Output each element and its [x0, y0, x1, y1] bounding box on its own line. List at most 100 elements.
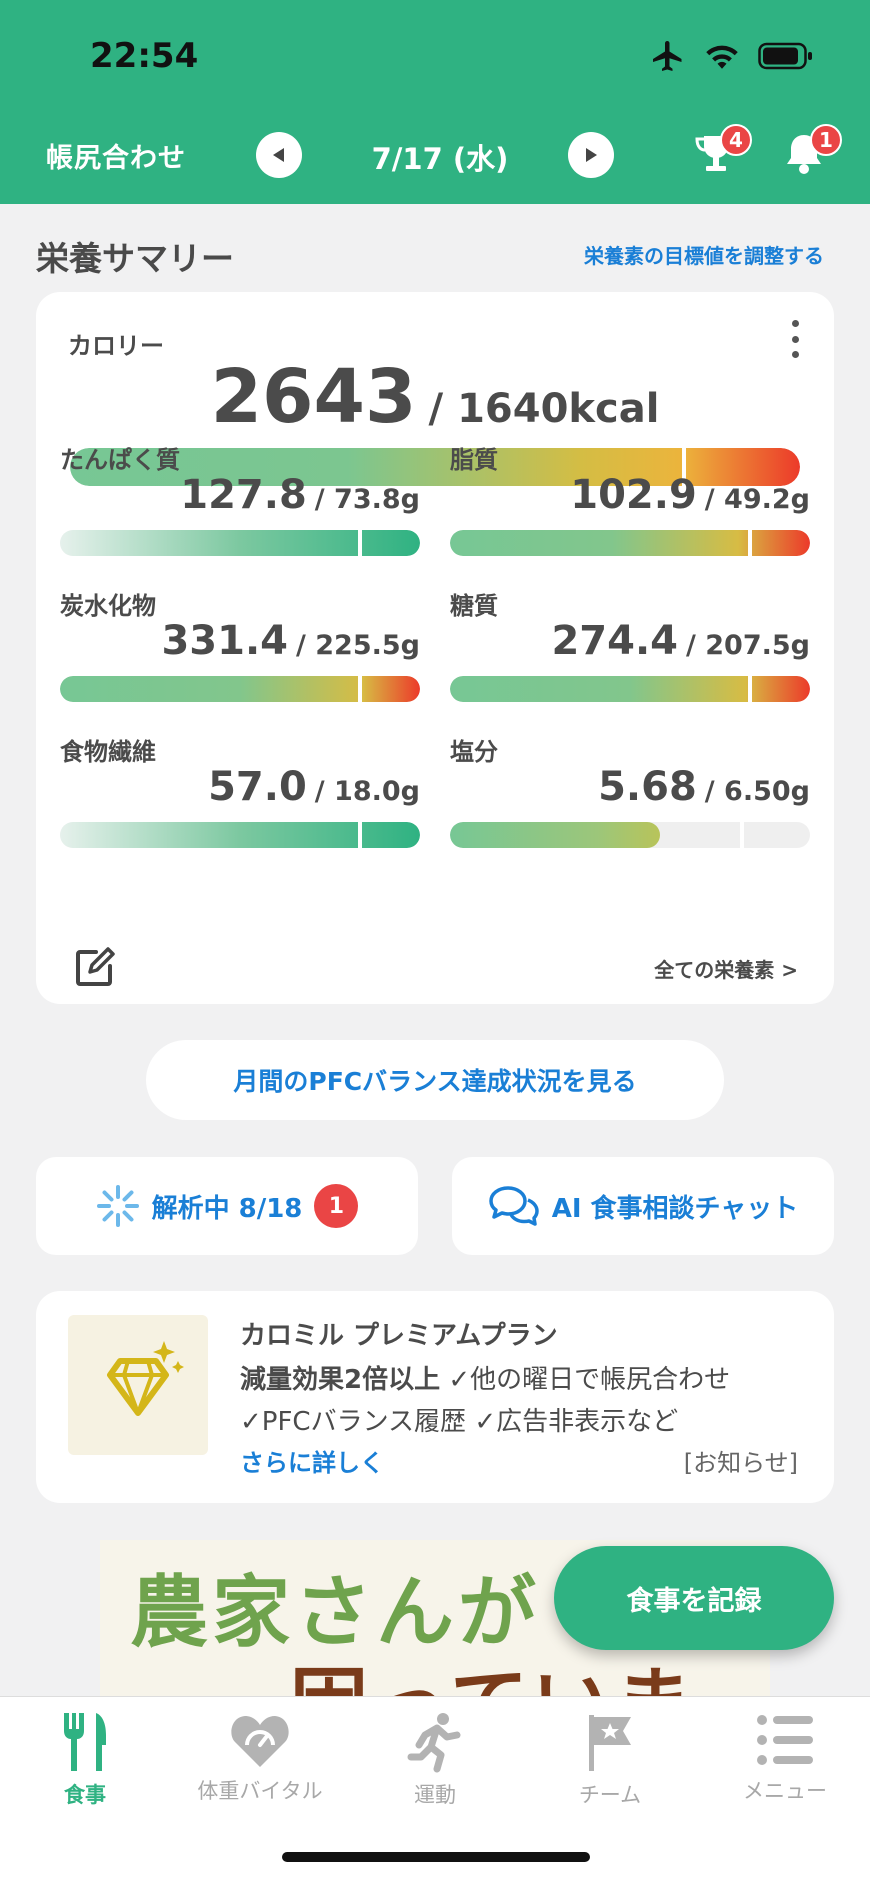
wifi-icon — [706, 45, 738, 69]
runner-icon — [407, 1713, 461, 1773]
calorie-target: / 1640kcal — [428, 386, 660, 432]
analysis-badge: 1 — [314, 1184, 359, 1228]
tab-weight-vitals[interactable]: 体重バイタル — [175, 1711, 345, 1805]
nutrient-sugar: 糖質 274.4 / 207.5g — [450, 586, 810, 736]
tab-label: 体重バイタル — [197, 1779, 323, 1803]
notice-label: [お知らせ] — [683, 1449, 798, 1477]
premium-plan-card[interactable]: カロミル プレミアムプラン 減量効果2倍以上 ✓他の曜日で帳尻合わせ ✓PFCバ… — [36, 1291, 834, 1503]
ai-chat-label: AI 食事相談チャット — [551, 1193, 799, 1224]
heart-scale-icon — [231, 1716, 289, 1767]
tab-label: 運動 — [414, 1783, 456, 1807]
pfc-balance-button[interactable]: 月間のPFCバランス達成状況を見る — [146, 1040, 724, 1120]
flag-icon — [589, 1715, 631, 1771]
nutrient-value: 5.68 — [598, 764, 697, 810]
calorie-value: 2643 — [210, 354, 417, 440]
triangle-left-icon — [273, 148, 284, 162]
nutrient-label: 食物繊維 — [60, 738, 156, 766]
premium-feature-line-2: ✓PFCバランス履歴 ✓広告非表示など — [240, 1407, 679, 1437]
nutrient-progress-fill — [60, 822, 420, 848]
nutrient-progress-fill — [60, 530, 420, 556]
nutrient-fiber: 食物繊維 57.0/ 18.0g — [60, 732, 420, 882]
fork-knife-icon — [64, 1713, 106, 1771]
target-marker — [358, 530, 362, 556]
home-indicator — [282, 1852, 590, 1862]
nutrient-target: / 225.5g — [296, 630, 420, 661]
nutrient-progress-fill — [60, 676, 420, 702]
all-nutrients-link[interactable]: 全ての栄養素 > — [654, 954, 798, 983]
diamond-icon — [68, 1315, 208, 1455]
trophy-button[interactable]: 4 — [692, 124, 752, 182]
nutrient-progress-bar — [450, 676, 810, 702]
analysis-button[interactable]: 解析中 8/18 1 — [36, 1157, 418, 1255]
premium-title: カロミル プレミアムプラン — [240, 1321, 558, 1351]
record-meal-button[interactable]: 食事を記録 — [554, 1546, 834, 1650]
chat-bubbles-icon — [488, 1186, 539, 1226]
nutrient-progress-bar — [60, 530, 420, 556]
nutrient-label: 塩分 — [450, 738, 498, 766]
nutrient-progress-bar — [60, 822, 420, 848]
nutrient-progress-bar — [60, 676, 420, 702]
nutrient-protein: たんぱく質 127.8/ 73.8g — [60, 440, 420, 590]
ai-chat-button[interactable]: AI 食事相談チャット — [452, 1157, 834, 1255]
nutrient-value: 274.4 — [551, 618, 678, 664]
nutrient-progress-fill — [450, 676, 810, 702]
tab-exercise[interactable]: 運動 — [350, 1711, 520, 1809]
date-nav: 帳尻合わせ 7/17 (水) 4 1 — [0, 122, 870, 186]
premium-highlight: 減量効果2倍以上 — [240, 1365, 441, 1395]
tab-label: チーム — [578, 1783, 642, 1807]
edit-icon[interactable] — [72, 946, 116, 994]
nutrient-target: / 207.5g — [686, 630, 810, 661]
app-header: 22:54 帳尻合わせ 7/17 (水) 4 1 — [0, 0, 870, 204]
analysis-label: 解析中 8/18 — [151, 1193, 303, 1224]
status-time: 22:54 — [90, 36, 199, 76]
current-date[interactable]: 7/17 (水) — [340, 136, 540, 178]
more-options-icon[interactable] — [790, 320, 800, 358]
nutrient-progress-fill — [450, 822, 660, 848]
nutrient-salt: 塩分 5.68/ 6.50g — [450, 732, 810, 882]
tab-team[interactable]: チーム — [525, 1711, 695, 1809]
nutrient-label: たんぱく質 — [60, 446, 180, 474]
nutrient-progress-fill — [450, 530, 810, 556]
nutrient-value: 127.8 — [180, 472, 307, 518]
menu-list-icon — [757, 1715, 813, 1765]
premium-feature-line-1: 減量効果2倍以上 ✓他の曜日で帳尻合わせ — [240, 1359, 730, 1396]
calorie-values: 2643/ 1640kcal — [36, 354, 834, 440]
nutrient-label: 脂質 — [450, 446, 498, 474]
target-marker — [740, 822, 744, 848]
nutrient-value: 331.4 — [161, 618, 288, 664]
nutrient-label: 炭水化物 — [60, 592, 156, 620]
tab-label: メニュー — [743, 1779, 827, 1803]
ad-subline: 困っています — [290, 1642, 770, 1700]
page-title: 帳尻合わせ — [46, 143, 186, 174]
next-day-button[interactable] — [568, 132, 614, 178]
nutrient-carbohydrate: 炭水化物 331.4 / 225.5g — [60, 586, 420, 736]
notification-badge: 1 — [810, 124, 842, 156]
battery-icon — [758, 42, 812, 70]
notification-button[interactable]: 1 — [780, 124, 842, 182]
nutrient-value: 102.9 — [570, 472, 697, 518]
tab-meals[interactable]: 食事 — [0, 1711, 170, 1809]
target-marker — [358, 676, 362, 702]
section-title: 栄養サマリー — [36, 239, 234, 278]
status-icons — [650, 38, 814, 74]
nutrient-target: / 49.2g — [704, 484, 810, 515]
target-marker — [748, 530, 752, 556]
nutrient-label: 糖質 — [450, 592, 498, 620]
nutrient-progress-bar — [450, 530, 810, 556]
target-marker — [748, 676, 752, 702]
adjust-target-link[interactable]: 栄養素の目標値を調整する — [584, 240, 824, 269]
loading-spinner-icon — [96, 1185, 139, 1227]
premium-more-link[interactable]: さらに詳しく — [240, 1443, 384, 1478]
previous-day-button[interactable] — [256, 132, 302, 178]
triangle-right-icon — [586, 148, 597, 162]
nutrition-summary-card: カロリー 2643/ 1640kcal たんぱく質 127.8/ 73.8g 脂… — [36, 292, 834, 1004]
tab-menu[interactable]: メニュー — [700, 1711, 870, 1805]
trophy-badge: 4 — [720, 124, 752, 156]
nutrient-target: / 6.50g — [704, 776, 810, 807]
target-marker — [358, 822, 362, 848]
nutrient-progress-bar — [450, 822, 810, 848]
premium-feature-text: ✓他の曜日で帳尻合わせ — [440, 1365, 731, 1395]
nutrient-value: 57.0 — [208, 764, 307, 810]
nutrient-target: / 73.8g — [314, 484, 420, 515]
tab-label: 食事 — [64, 1783, 106, 1807]
